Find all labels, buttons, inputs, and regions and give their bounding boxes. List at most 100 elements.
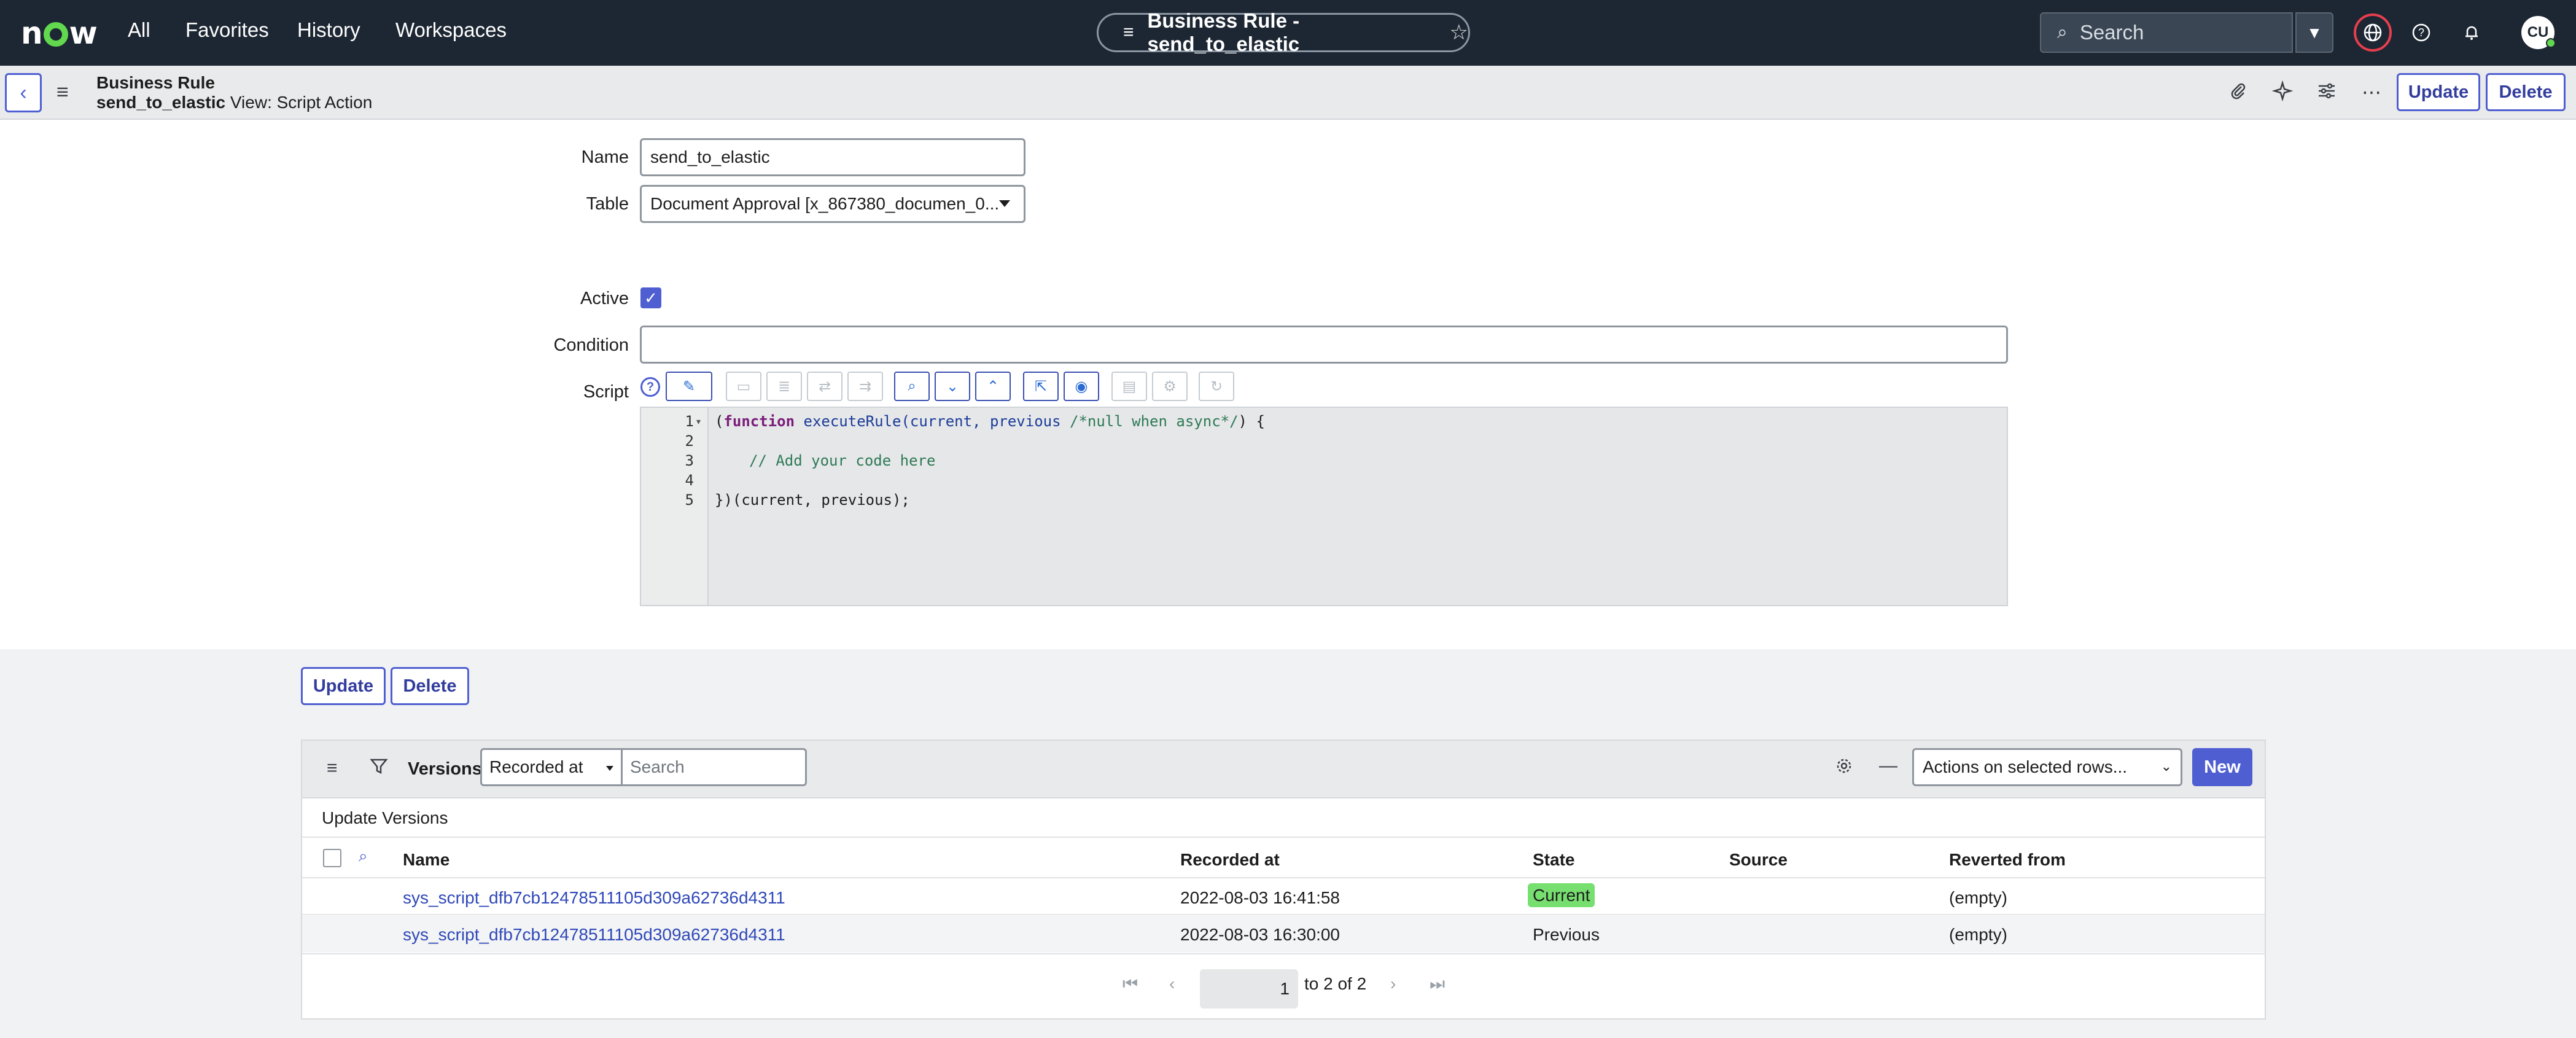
active-checkbox[interactable]: ✓ xyxy=(640,287,661,308)
nav-item-favorites[interactable]: Favorites xyxy=(185,18,269,42)
select-all-checkbox[interactable] xyxy=(323,849,341,867)
refresh-icon[interactable]: ↻ xyxy=(1199,372,1234,401)
recorded-at-cell: 2022-08-03 16:30:00 xyxy=(1180,925,1340,944)
footer-update-button[interactable]: Update xyxy=(301,667,386,705)
related-list-subtitle: Update Versions xyxy=(322,808,448,827)
logo-text: n xyxy=(21,15,43,51)
last-page-icon[interactable]: ⏭ xyxy=(1430,974,1445,994)
presence-indicator xyxy=(2546,38,2556,48)
recorded-at-cell: 2022-08-03 16:41:58 xyxy=(1180,888,1340,907)
table-label: Table xyxy=(586,194,629,214)
version-name-link[interactable]: sys_script_dfb7cb12478511105d309a62736d4… xyxy=(403,888,785,908)
new-button[interactable]: New xyxy=(2192,748,2252,786)
replace-all-icon[interactable]: ⇉ xyxy=(847,372,883,401)
favorite-star-icon[interactable]: ☆ xyxy=(1450,20,1468,45)
format-code-icon[interactable]: ≣ xyxy=(766,372,802,401)
column-search-icon[interactable]: ⌕ xyxy=(359,846,368,866)
related-list-search-input[interactable]: Search xyxy=(623,748,807,786)
table-select[interactable]: Document Approval [x_867380_documen_0... xyxy=(640,185,1025,223)
context-menu-icon[interactable]: ≡ xyxy=(56,80,69,104)
comment-icon[interactable]: ▭ xyxy=(726,372,761,401)
condition-field[interactable] xyxy=(640,326,2008,364)
search-scope-dropdown[interactable]: ▼ xyxy=(2295,12,2333,53)
nav-item-history[interactable]: History xyxy=(297,18,360,42)
more-options-icon[interactable]: ⋯ xyxy=(2362,80,2381,104)
view-label[interactable]: View: Script Action xyxy=(230,93,372,112)
search-field-select[interactable]: Recorded at xyxy=(480,748,623,786)
page-number-input[interactable]: 1 xyxy=(1200,969,1298,1009)
next-page-icon[interactable]: › xyxy=(1390,974,1396,994)
form-title: Business Rule xyxy=(96,73,215,92)
find-previous-icon[interactable]: ⌃ xyxy=(975,372,1011,401)
nav-item-all[interactable]: All xyxy=(128,18,150,42)
actions-select-value: Actions on selected rows... xyxy=(1923,757,2128,776)
first-page-icon[interactable]: ⏮ xyxy=(1123,974,1138,994)
state-current-badge: Current xyxy=(1528,883,1595,907)
condition-label: Condition xyxy=(553,335,629,355)
find-next-icon[interactable]: ⌄ xyxy=(935,372,970,401)
globe-icon[interactable] xyxy=(2354,14,2392,52)
activity-icon[interactable] xyxy=(2271,80,2294,106)
logo-o-mark xyxy=(43,22,68,47)
header-delete-button[interactable]: Delete xyxy=(2486,73,2566,111)
gears-icon[interactable]: ⚙ xyxy=(1152,372,1188,401)
form-header: ‹ ≡ Business Rule send_to_elastic View: … xyxy=(0,66,2576,120)
attachment-icon[interactable] xyxy=(2228,80,2249,106)
search-code-icon[interactable]: ⌕ xyxy=(894,372,930,401)
footer-delete-button[interactable]: Delete xyxy=(391,667,469,705)
top-navigation-bar: nw All Favorites History Workspaces ≡ Bu… xyxy=(0,0,2576,66)
column-header-state[interactable]: State xyxy=(1533,850,1574,870)
servicenow-logo[interactable]: nw xyxy=(21,15,98,51)
fold-arrow-icon[interactable]: ▾ xyxy=(696,416,701,427)
script-help-icon[interactable]: ? xyxy=(640,377,660,397)
divider xyxy=(302,837,2265,838)
column-header-recorded-at[interactable]: Recorded at xyxy=(1180,850,1280,870)
column-header-reverted-from[interactable]: Reverted from xyxy=(1949,850,2066,870)
nav-item-workspaces[interactable]: Workspaces xyxy=(395,18,507,42)
versions-related-list: ≡ Versions Recorded at Search — Actions … xyxy=(301,739,2266,1020)
actions-on-selected-rows-select[interactable]: Actions on selected rows... ⌄ xyxy=(1912,748,2182,786)
column-header-source[interactable]: Source xyxy=(1729,850,1788,870)
record-name: send_to_elastic xyxy=(96,93,226,112)
help-icon[interactable]: ? xyxy=(2407,18,2435,47)
back-button[interactable]: ‹ xyxy=(5,73,42,112)
chevron-down-icon: ⌄ xyxy=(2160,759,2172,774)
replace-icon[interactable]: ⇄ xyxy=(807,372,842,401)
notifications-bell-icon[interactable] xyxy=(2457,18,2486,47)
avatar-initials: CU xyxy=(2527,24,2549,41)
global-search-input[interactable]: ⌕ Search xyxy=(2040,12,2293,53)
form-subtitle: send_to_elastic View: Script Action xyxy=(96,93,372,112)
paperclip-icon-svg xyxy=(2231,83,2246,100)
name-label: Name xyxy=(581,147,629,167)
previous-page-icon[interactable]: ‹ xyxy=(1169,974,1175,994)
state-cell: Current xyxy=(1528,883,1595,907)
column-header-name[interactable]: Name xyxy=(403,850,449,870)
name-field[interactable]: send_to_elastic xyxy=(640,138,1025,176)
script-debugger-icon[interactable]: ◉ xyxy=(1064,372,1099,401)
list-settings-gear-icon[interactable] xyxy=(1835,757,1853,780)
help-icon-svg: ? xyxy=(2412,23,2430,42)
list-menu-icon[interactable]: ≡ xyxy=(327,758,338,779)
search-field-value: Recorded at xyxy=(489,757,583,776)
line-number: 3 xyxy=(685,452,694,469)
collapse-icon[interactable]: — xyxy=(1879,755,1897,776)
fullscreen-icon[interactable]: ⇱ xyxy=(1023,372,1059,401)
version-name-link[interactable]: sys_script_dfb7cb12478511105d309a62736d4… xyxy=(403,925,785,945)
script-editor[interactable]: 1 ▾ 2 3 4 5 (function executeRule(curren… xyxy=(640,407,2008,606)
toggle-syntax-icon[interactable]: ✎ xyxy=(666,372,712,401)
pagination-range: to 2 of 2 xyxy=(1304,974,1367,993)
save-script-icon[interactable]: ▤ xyxy=(1111,372,1147,401)
code-line-3: // Add your code here xyxy=(749,452,936,469)
header-update-button[interactable]: Update xyxy=(2397,73,2480,111)
sliders-icon-svg xyxy=(2319,83,2335,99)
caret-down-icon xyxy=(999,200,1010,207)
record-title-pill[interactable]: ≡ Business Rule - send_to_elastic ☆ xyxy=(1097,9,1470,55)
line-number: 5 xyxy=(685,491,694,509)
chevron-left-icon: ‹ xyxy=(20,80,27,104)
settings-sliders-icon[interactable] xyxy=(2316,80,2337,106)
user-avatar[interactable]: CU xyxy=(2521,16,2556,49)
filter-icon[interactable] xyxy=(370,757,388,780)
caret-down-icon xyxy=(606,766,613,771)
global-search-placeholder: Search xyxy=(2079,21,2144,44)
code-token: ) { xyxy=(1238,413,1265,430)
